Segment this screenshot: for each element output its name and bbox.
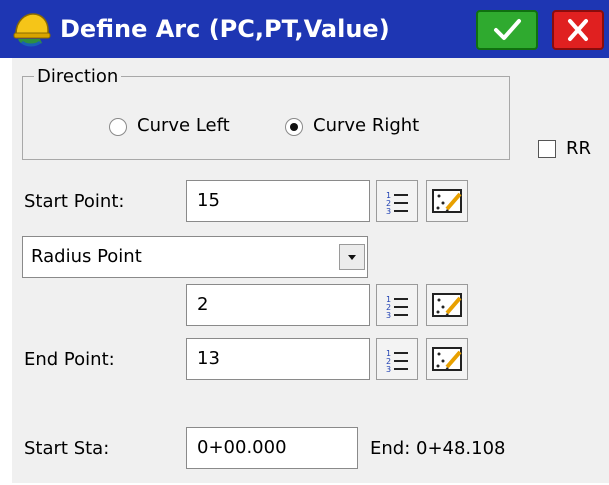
curve-left-label: Curve Left <box>137 115 230 136</box>
svg-text:3: 3 <box>386 311 391 320</box>
start-point-map-button[interactable] <box>426 180 468 222</box>
radius-point-list-button[interactable]: 1 2 3 <box>376 284 418 326</box>
map-pick-icon <box>432 189 462 213</box>
rr-label: RR <box>566 138 592 159</box>
svg-text:3: 3 <box>386 365 391 374</box>
radius-type-dropdown-button[interactable] <box>339 244 365 270</box>
dialog-title: Define Arc (PC,PT,Value) <box>60 15 390 43</box>
ok-button[interactable] <box>476 10 538 50</box>
start-point-list-button[interactable]: 1 2 3 <box>376 180 418 222</box>
numbered-list-icon: 1 2 3 <box>386 191 408 216</box>
svg-text:3: 3 <box>386 207 391 216</box>
close-button[interactable] <box>552 10 604 50</box>
numbered-list-icon: 1 2 3 <box>386 295 408 320</box>
end-point-list-button[interactable]: 1 2 3 <box>376 338 418 380</box>
radius-type-select[interactable]: Radius Point <box>22 236 368 278</box>
direction-legend: Direction <box>34 66 122 87</box>
dropdown-arrow-icon <box>348 255 356 260</box>
map-pick-icon <box>432 347 462 371</box>
end-station-text: End: 0+48.108 <box>370 438 506 459</box>
end-point-input[interactable]: 13 <box>186 338 370 380</box>
close-x-icon <box>568 19 588 41</box>
curve-right-label: Curve Right <box>313 115 420 136</box>
dialog-body: Curve Left Curve Right Direction RR Star… <box>12 58 609 483</box>
radius-point-map-button[interactable] <box>426 284 468 326</box>
start-point-label: Start Point: <box>24 191 125 212</box>
radius-type-value: Radius Point <box>31 246 142 267</box>
start-point-input[interactable]: 15 <box>186 180 370 222</box>
end-point-label: End Point: <box>24 349 115 370</box>
rr-checkbox[interactable] <box>538 140 556 158</box>
radius-point-input[interactable]: 2 <box>186 284 370 326</box>
map-pick-icon <box>432 293 462 317</box>
numbered-list-icon: 1 2 3 <box>386 349 408 374</box>
start-station-label: Start Sta: <box>24 438 110 459</box>
define-arc-dialog: Define Arc (PC,PT,Value) Curve Left Curv… <box>0 0 609 483</box>
direction-group: Curve Left Curve Right <box>22 76 510 160</box>
end-point-map-button[interactable] <box>426 338 468 380</box>
curve-left-radio[interactable] <box>109 118 127 136</box>
title-bar: Define Arc (PC,PT,Value) <box>0 0 609 58</box>
start-station-input[interactable]: 0+00.000 <box>186 427 358 469</box>
surveyor-helmet-icon <box>13 13 51 47</box>
checkmark-icon <box>494 19 521 40</box>
curve-right-radio[interactable] <box>285 118 303 136</box>
